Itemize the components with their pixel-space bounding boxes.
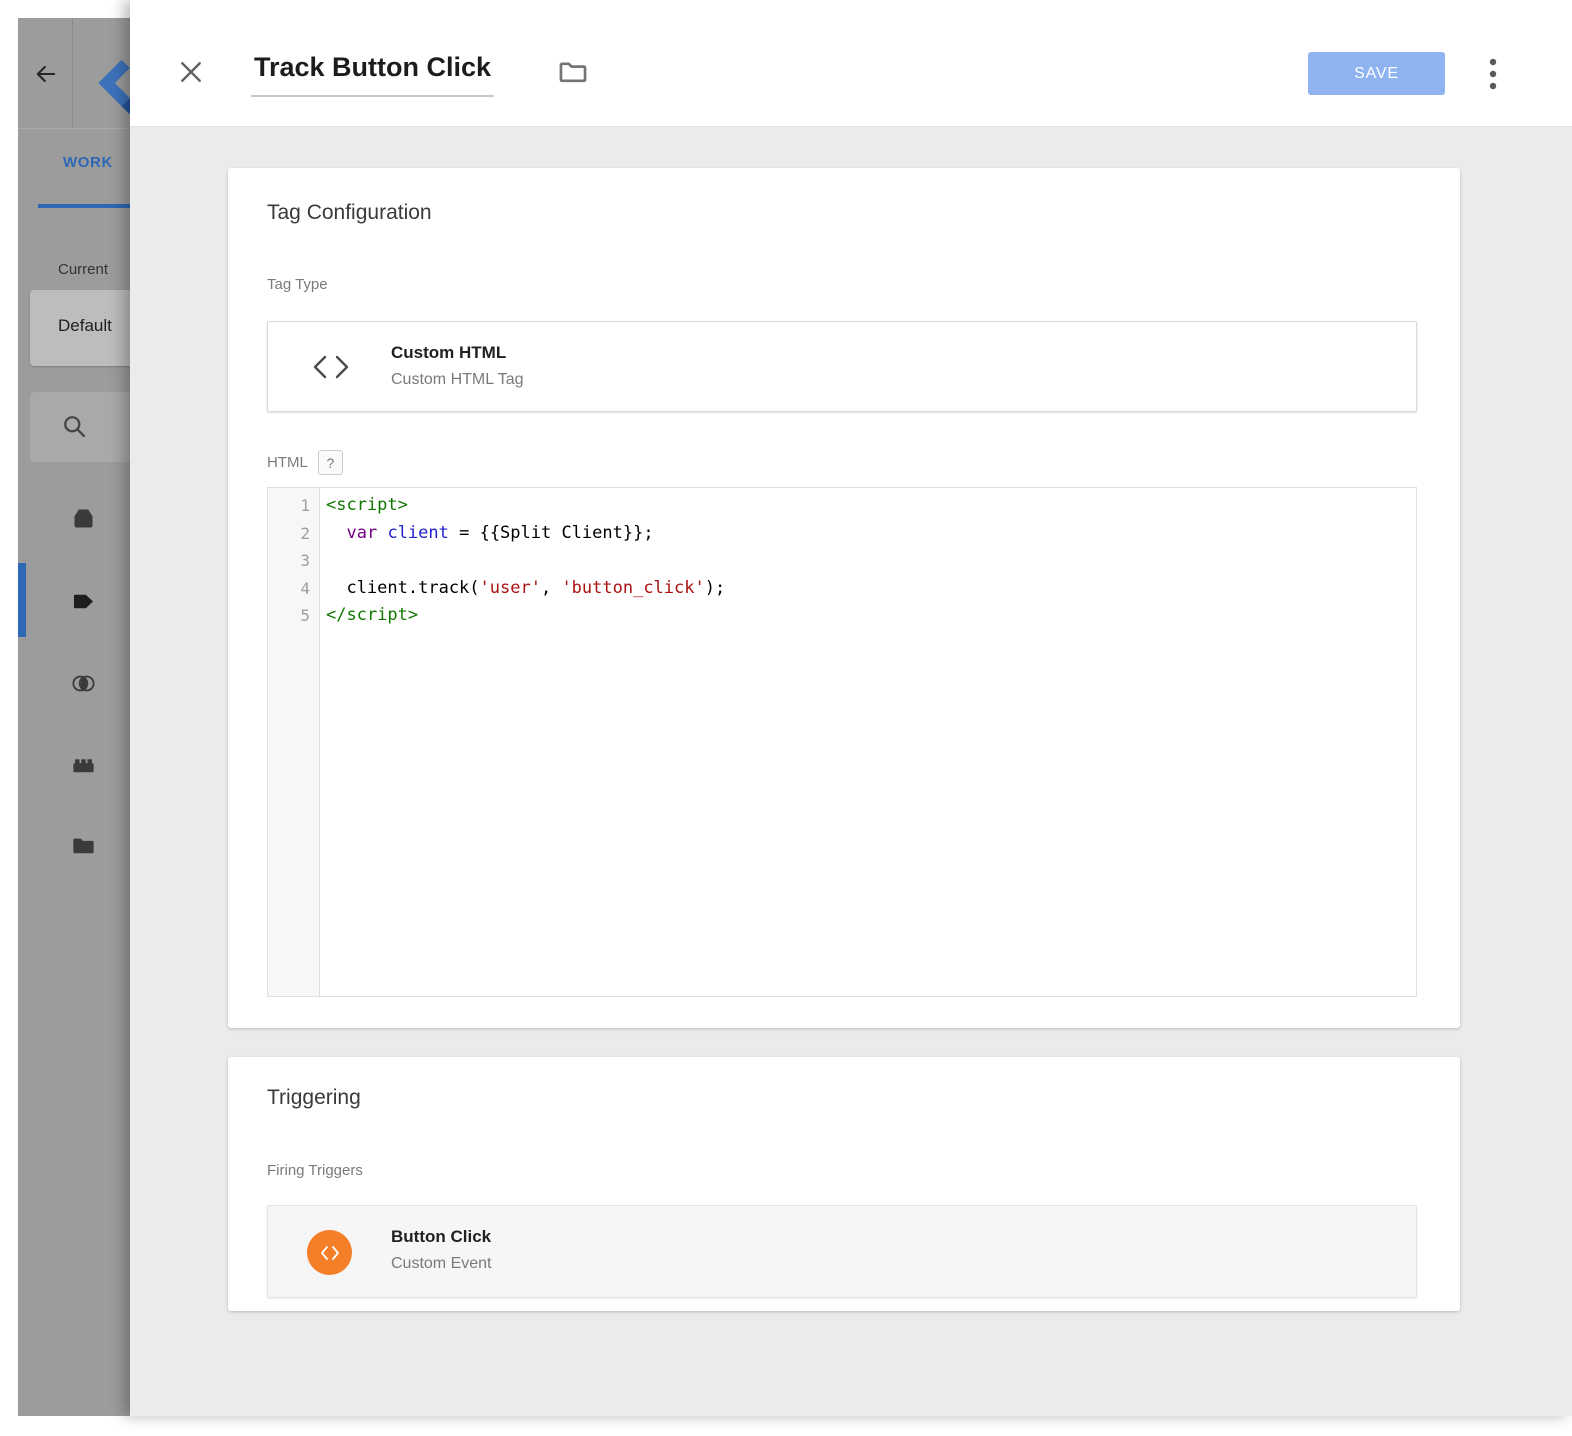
triggering-card: Triggering Firing Triggers Button Click …: [228, 1057, 1460, 1311]
search-field: [30, 392, 130, 462]
html-field-label-row: HTML ?: [267, 450, 343, 475]
variables-icon: [70, 752, 97, 779]
dimmed-background-page: WORK Current Default: [18, 18, 130, 1416]
topbar-divider: [72, 18, 73, 128]
tag-editor-overlay: Track Button Click SAVE Tag Configuratio…: [130, 0, 1572, 1416]
editor-line-numbers: 12345: [268, 488, 320, 996]
firing-triggers-label: Firing Triggers: [267, 1162, 363, 1179]
gtm-logo-icon: [88, 52, 130, 122]
overlay-header: Track Button Click SAVE: [130, 0, 1572, 127]
workspace-card: Default: [30, 290, 130, 366]
search-icon: [60, 412, 88, 440]
triggers-icon: [70, 670, 97, 697]
topbar-bottom-divider: [18, 128, 130, 129]
custom-html-icon: [311, 350, 351, 384]
overview-icon: [70, 505, 97, 532]
workspace-tab-underline: [38, 204, 130, 208]
current-workspace-label: Current: [58, 261, 108, 278]
close-icon[interactable]: [176, 57, 206, 87]
trigger-type: Custom Event: [391, 1255, 491, 1273]
editor-code: <script> var client = {{Split Client}}; …: [320, 488, 1416, 996]
tag-type-label: Tag Type: [267, 276, 328, 293]
tag-type-name: Custom HTML: [391, 343, 506, 363]
help-icon[interactable]: ?: [318, 450, 343, 475]
active-nav-indicator: [18, 563, 26, 637]
tags-icon: [70, 588, 97, 615]
tag-configuration-title: Tag Configuration: [267, 201, 432, 225]
folder-icon[interactable]: [556, 56, 590, 90]
more-options-icon[interactable]: [1482, 54, 1504, 94]
save-button[interactable]: SAVE: [1308, 52, 1445, 95]
workspace-name: Default: [58, 316, 112, 336]
tag-type-selector[interactable]: Custom HTML Custom HTML Tag: [267, 321, 1417, 412]
workspace-tab-label: WORK: [63, 154, 113, 171]
folders-icon: [70, 833, 97, 860]
trigger-name: Button Click: [391, 1227, 491, 1247]
custom-event-icon: [307, 1230, 352, 1275]
html-label: HTML: [267, 454, 308, 471]
tag-configuration-card: Tag Configuration Tag Type Custom HTML C…: [228, 168, 1460, 1028]
html-code-editor[interactable]: 12345 <script> var client = {{Split Clie…: [267, 487, 1417, 997]
triggering-title: Triggering: [267, 1086, 361, 1110]
back-arrow-icon: [32, 60, 60, 88]
trigger-row[interactable]: Button Click Custom Event: [267, 1205, 1417, 1298]
tag-title-field[interactable]: Track Button Click: [251, 52, 494, 97]
tag-type-description: Custom HTML Tag: [391, 371, 523, 389]
